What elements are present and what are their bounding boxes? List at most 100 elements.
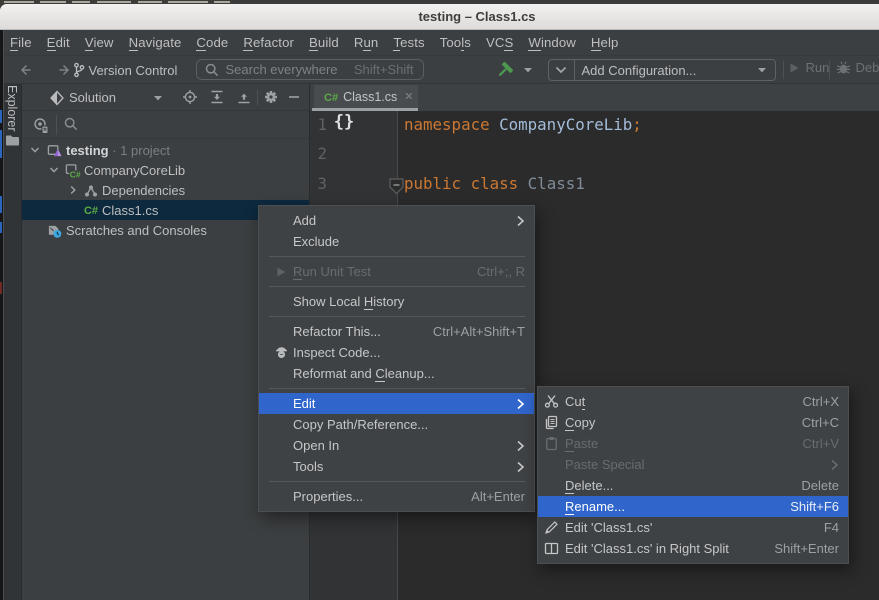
path-shape [51, 92, 57, 105]
menu-item-icon [538, 436, 565, 451]
bug-icon-svg [836, 60, 851, 75]
tree-item-icon [83, 183, 99, 199]
context-menu-item[interactable]: Open In [259, 435, 534, 456]
forward-button[interactable] [55, 62, 73, 78]
submenu-item[interactable]: Paste Ctrl+V [538, 433, 848, 454]
menubar-item[interactable]: Edit [39, 31, 77, 54]
tree-chevron-icon[interactable] [48, 164, 60, 176]
mnemonic-underline: H [364, 294, 373, 310]
context-menu-item[interactable]: Run Unit Test Ctrl+;, R [259, 261, 534, 282]
select-opened-file-button[interactable] [32, 116, 50, 134]
background-text-fragment [40, 1, 66, 3]
menubar-item[interactable]: View [77, 31, 121, 54]
panel-title[interactable]: Solution [69, 90, 116, 105]
menu-item-shortcut: Shift+F6 [762, 499, 839, 514]
panel-title-dropdown-icon[interactable] [153, 95, 163, 101]
context-menu: Add Exclude Run Unit Test Ctrl+;, R Show… [258, 205, 535, 512]
expand-all-button[interactable] [209, 89, 225, 105]
menu-item-label: Copy [565, 415, 595, 430]
hide-panel-button[interactable] [286, 89, 302, 105]
build-dropdown-icon-svg [523, 67, 533, 73]
menu-item-label: Cut [565, 394, 585, 409]
search-shortcut-hint: Shift+Shift [354, 62, 414, 77]
menu-separator [269, 481, 525, 482]
menubar-item[interactable]: Window [521, 31, 584, 54]
run-configuration-combo[interactable]: Add Configuration... [548, 59, 776, 81]
tree-chevron-icon[interactable] [67, 184, 79, 196]
context-menu-item[interactable]: Tools [259, 456, 534, 477]
menubar-item[interactable]: Run [346, 31, 386, 54]
submenu-item[interactable]: Delete... Delete [538, 475, 848, 496]
tree-item-label: Class1.cs [102, 203, 158, 218]
context-menu-item[interactable]: Exclude [259, 231, 534, 252]
context-menu-item[interactable]: Edit [259, 393, 534, 414]
menubar-item[interactable]: Refactor [236, 31, 302, 54]
menu-item-icon-svg [274, 345, 289, 360]
run-button[interactable]: Run [787, 60, 830, 75]
submenu-item[interactable]: Paste Special [538, 454, 848, 475]
menubar-item[interactable]: Tests [386, 31, 432, 54]
menubar-item[interactable]: File [3, 31, 40, 54]
search-everywhere-field[interactable]: Search everywhere Shift+Shift [196, 59, 424, 80]
vcs-widget[interactable]: Version Control [73, 61, 178, 79]
collapse-all-button-svg [236, 89, 252, 105]
collapse-all-button[interactable] [236, 89, 252, 105]
line-number: 2 [310, 144, 327, 163]
fold-marker-icon[interactable] [389, 178, 404, 195]
submenu-item[interactable]: Edit 'Class1.cs' F4 [538, 517, 848, 538]
folder-icon[interactable] [5, 134, 20, 147]
debug-label: Deb [856, 60, 879, 75]
menubar-item[interactable]: Help [583, 31, 626, 54]
menubar-item[interactable]: VCS [478, 31, 520, 54]
background-text-fragment [4, 1, 34, 3]
submenu-item[interactable]: Rename... Shift+F6 [538, 496, 848, 517]
tree-row[interactable]: C# CompanyCoreLib [22, 160, 309, 180]
tree-item-text: Dependencies [102, 183, 185, 198]
close-icon[interactable]: ✕ [404, 90, 413, 103]
context-menu-item[interactable]: Properties... Alt+Enter [259, 486, 534, 507]
debug-button[interactable]: Deb [836, 60, 879, 75]
tree-row[interactable]: Dependencies [22, 180, 309, 200]
tree-row[interactable]: testing · 1 project [22, 140, 309, 160]
code-token: ; [632, 115, 642, 134]
build-button[interactable] [495, 60, 533, 80]
braces-gutter-icon: {} [332, 112, 356, 132]
tree-item-label: Scratches and Consoles [66, 223, 207, 238]
context-menu-item[interactable]: Copy Path/Reference... [259, 414, 534, 435]
code-line: 2 [310, 140, 879, 169]
search-icon[interactable] [63, 116, 81, 134]
menubar-item[interactable]: Tools [432, 31, 478, 54]
tree-item-icon-svg [47, 143, 63, 159]
submenu-item[interactable]: Cut Ctrl+X [538, 391, 848, 412]
tab-label: Class1.cs [343, 90, 397, 104]
context-menu-item[interactable]: Add [259, 210, 534, 231]
menubar-item[interactable]: Navigate [121, 31, 189, 54]
context-menu-item[interactable]: Show Local History [259, 291, 534, 312]
menu-separator [269, 316, 525, 317]
back-button[interactable] [17, 62, 35, 78]
mnemonic-underline: B [309, 35, 318, 51]
tree-chevron-icon[interactable] [29, 144, 41, 156]
submenu-item[interactable]: Edit 'Class1.cs' in Right Split Shift+En… [538, 538, 848, 559]
stripe-tab-explorer[interactable]: Explorer [5, 85, 19, 132]
title-bar[interactable]: testing – Class1.cs [0, 4, 879, 30]
menu-item-label: Edit 'Class1.cs' in Right Split [565, 541, 729, 556]
menu-separator [269, 286, 525, 287]
search-icon-svg [63, 116, 79, 132]
menu-item-label: Edit [293, 396, 315, 411]
path-shape [832, 460, 837, 469]
submenu-item[interactable]: Copy Ctrl+C [538, 412, 848, 433]
menubar-item[interactable]: Code [189, 31, 236, 54]
menubar-item[interactable]: Build [302, 31, 347, 54]
build-dropdown-icon[interactable] [523, 67, 533, 73]
mnemonic-underline: P [565, 436, 574, 452]
gear-icon[interactable] [263, 89, 279, 105]
run-config-chevron-cell[interactable] [549, 60, 575, 80]
mnemonic-underline: u [363, 35, 370, 51]
context-menu-item[interactable]: Refactor This... Ctrl+Alt+Shift+T [259, 321, 534, 342]
locate-button[interactable] [182, 89, 198, 105]
context-menu-item[interactable]: Inspect Code... [259, 342, 534, 363]
context-menu-item[interactable]: Reformat and Cleanup... [259, 363, 534, 384]
mnemonic-underline: T [393, 35, 400, 51]
editor-tab-class1[interactable]: C# Class1.cs ✕ [314, 85, 418, 108]
